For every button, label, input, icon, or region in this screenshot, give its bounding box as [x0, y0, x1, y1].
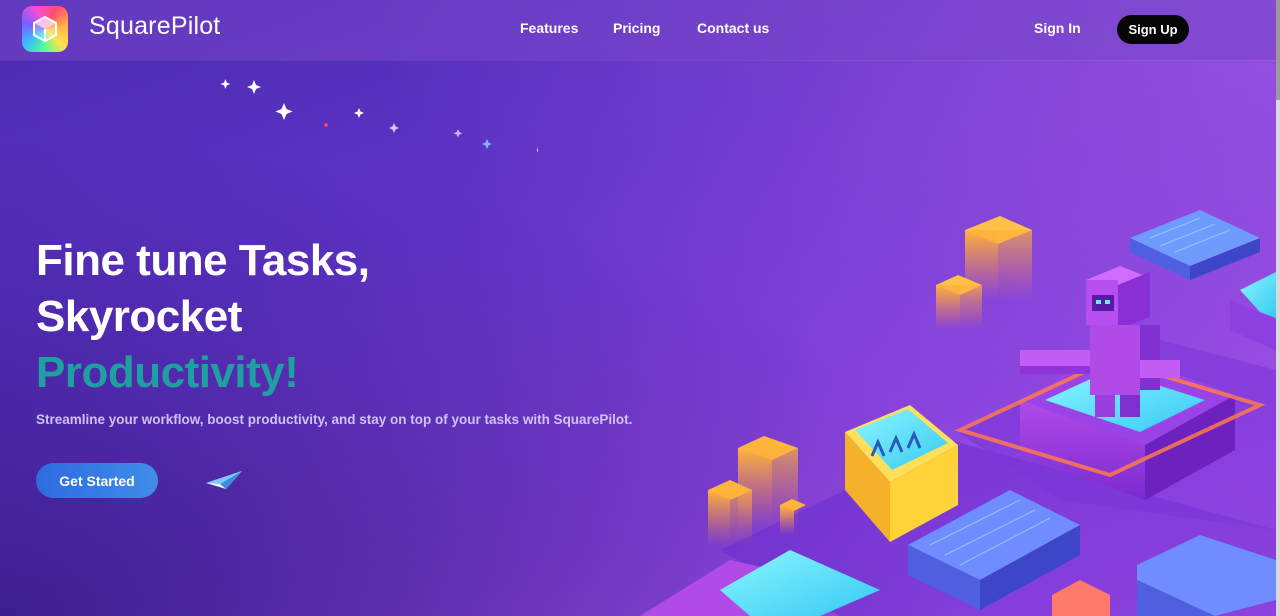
landing-page: SquarePilot Features Pricing Contact us …: [0, 0, 1280, 616]
isometric-robot-city-illustration: [640, 210, 1276, 616]
headline-line-3: Productivity!: [36, 348, 299, 397]
nav-pricing[interactable]: Pricing: [613, 20, 660, 36]
nav-contact[interactable]: Contact us: [697, 20, 769, 36]
page-scrollbar[interactable]: [1276, 0, 1280, 616]
paper-plane-icon: [206, 471, 242, 489]
hero-headline: Fine tune Tasks, Skyrocket Productivity!: [36, 233, 370, 401]
nav-features[interactable]: Features: [520, 20, 578, 36]
headline-line-1: Fine tune Tasks,: [36, 236, 370, 285]
scrollbar-thumb[interactable]: [1276, 0, 1280, 100]
sign-up-button[interactable]: Sign Up: [1117, 15, 1189, 44]
get-started-button[interactable]: Get Started: [36, 463, 158, 498]
top-navbar: SquarePilot Features Pricing Contact us …: [0, 0, 1276, 60]
sparkles-decoration: [220, 79, 538, 152]
headline-line-2: Skyrocket: [36, 292, 242, 341]
hero-subtitle: Streamline your workflow, boost producti…: [36, 412, 633, 427]
brand-name[interactable]: SquarePilot: [89, 12, 220, 41]
squarepilot-logo-icon[interactable]: [22, 6, 68, 52]
sign-in-link[interactable]: Sign In: [1034, 20, 1081, 36]
